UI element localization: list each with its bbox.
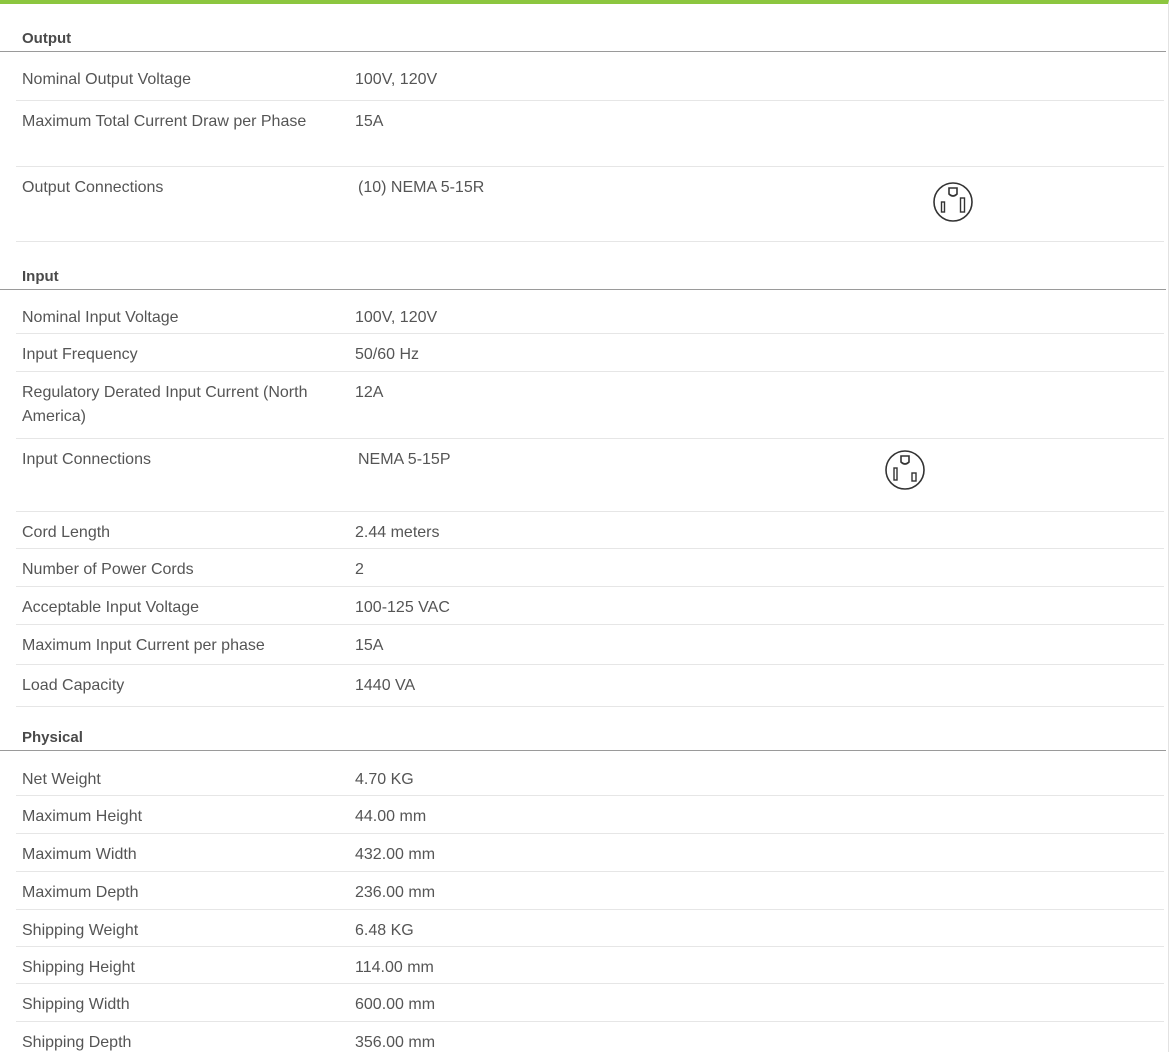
spec-row: Load Capacity 1440 VA xyxy=(16,665,1164,707)
spec-value: 15A xyxy=(355,637,384,654)
spec-value: 44.00 mm xyxy=(355,808,427,825)
spec-label: Net Weight xyxy=(22,771,101,788)
spec-value: 4.70 KG xyxy=(355,771,414,788)
spec-row: Input Connections NEMA 5-15P xyxy=(16,439,1164,512)
section-title: Output xyxy=(22,30,72,47)
spec-row: Output Connections (10) NEMA 5-15R xyxy=(16,167,1164,242)
spec-value: (10) NEMA 5-15R xyxy=(358,179,485,196)
spec-row: Shipping Height 114.00 mm xyxy=(16,947,1164,984)
spec-row: Maximum Total Current Draw per Phase 15A xyxy=(16,101,1164,167)
spec-label: Input Connections xyxy=(22,451,151,468)
spec-label: Input Frequency xyxy=(22,346,138,363)
spec-label: Load Capacity xyxy=(22,677,125,694)
spec-value: 356.00 mm xyxy=(355,1034,436,1051)
nema-5-15r-receptacle-icon xyxy=(933,182,973,222)
spec-label: Number of Power Cords xyxy=(22,561,194,578)
spec-row: Acceptable Input Voltage 100-125 VAC xyxy=(16,587,1164,625)
spec-label: Maximum Height xyxy=(22,808,143,825)
spec-value: 236.00 mm xyxy=(355,884,436,901)
spec-row: Nominal Output Voltage 100V, 120V xyxy=(16,59,1164,101)
spec-value: 6.48 KG xyxy=(355,922,414,939)
spec-label: Shipping Height xyxy=(22,959,135,976)
spec-row: Maximum Depth 236.00 mm xyxy=(16,872,1164,910)
spec-value: 15A xyxy=(355,113,384,130)
spec-label: Regulatory Derated Input Current (North … xyxy=(22,384,308,425)
spec-value: 432.00 mm xyxy=(355,846,436,863)
section-header-input: Input xyxy=(0,266,1166,290)
spec-label: Shipping Width xyxy=(22,996,130,1013)
spec-label: Maximum Width xyxy=(22,846,137,863)
spec-row: Nominal Input Voltage 100V, 120V xyxy=(16,297,1164,334)
spec-row: Maximum Input Current per phase 15A xyxy=(16,625,1164,665)
spec-row: Regulatory Derated Input Current (North … xyxy=(16,372,1164,439)
spec-row: Cord Length 2.44 meters xyxy=(16,512,1164,549)
spec-label: Output Connections xyxy=(22,179,164,196)
spec-label: Shipping Weight xyxy=(22,922,139,939)
nema-5-15p-plug-icon xyxy=(885,450,925,490)
spec-value: 600.00 mm xyxy=(355,996,436,1013)
spec-value: 100V, 120V xyxy=(355,309,438,326)
spec-label: Maximum Depth xyxy=(22,884,139,901)
spec-value: 2 xyxy=(355,561,364,578)
spec-label: Nominal Input Voltage xyxy=(22,309,179,326)
spec-label: Shipping Depth xyxy=(22,1034,132,1051)
spec-value: 2.44 meters xyxy=(355,524,440,541)
spec-row: Shipping Width 600.00 mm xyxy=(16,984,1164,1022)
spec-value: 1440 VA xyxy=(355,677,416,694)
spec-label: Acceptable Input Voltage xyxy=(22,599,200,616)
spec-row: Input Frequency 50/60 Hz xyxy=(16,334,1164,372)
section-header-physical: Physical xyxy=(0,727,1166,751)
spec-value: 114.00 mm xyxy=(355,959,434,976)
spec-label: Cord Length xyxy=(22,524,111,541)
spec-value: 100V, 120V xyxy=(355,71,438,88)
spec-row: Number of Power Cords 2 xyxy=(16,549,1164,587)
spec-value: 12A xyxy=(355,384,384,401)
spec-row: Net Weight 4.70 KG xyxy=(16,759,1164,796)
spec-row: Shipping Weight 6.48 KG xyxy=(16,910,1164,947)
spec-row: Shipping Depth 356.00 mm xyxy=(16,1022,1164,1056)
section-title: Physical xyxy=(22,729,83,746)
section-title: Input xyxy=(22,268,59,285)
spec-sheet: Output Nominal Output Voltage 100V, 120V… xyxy=(0,0,1169,1052)
spec-value: NEMA 5-15P xyxy=(358,451,451,468)
spec-label: Nominal Output Voltage xyxy=(22,71,191,88)
spec-label: Maximum Input Current per phase xyxy=(22,637,265,654)
spec-row: Maximum Height 44.00 mm xyxy=(16,796,1164,834)
section-header-output: Output xyxy=(0,28,1166,52)
spec-label: Maximum Total Current Draw per Phase xyxy=(22,113,307,130)
spec-value: 100-125 VAC xyxy=(355,599,450,616)
spec-row: Maximum Width 432.00 mm xyxy=(16,834,1164,872)
spec-value: 50/60 Hz xyxy=(355,346,420,363)
